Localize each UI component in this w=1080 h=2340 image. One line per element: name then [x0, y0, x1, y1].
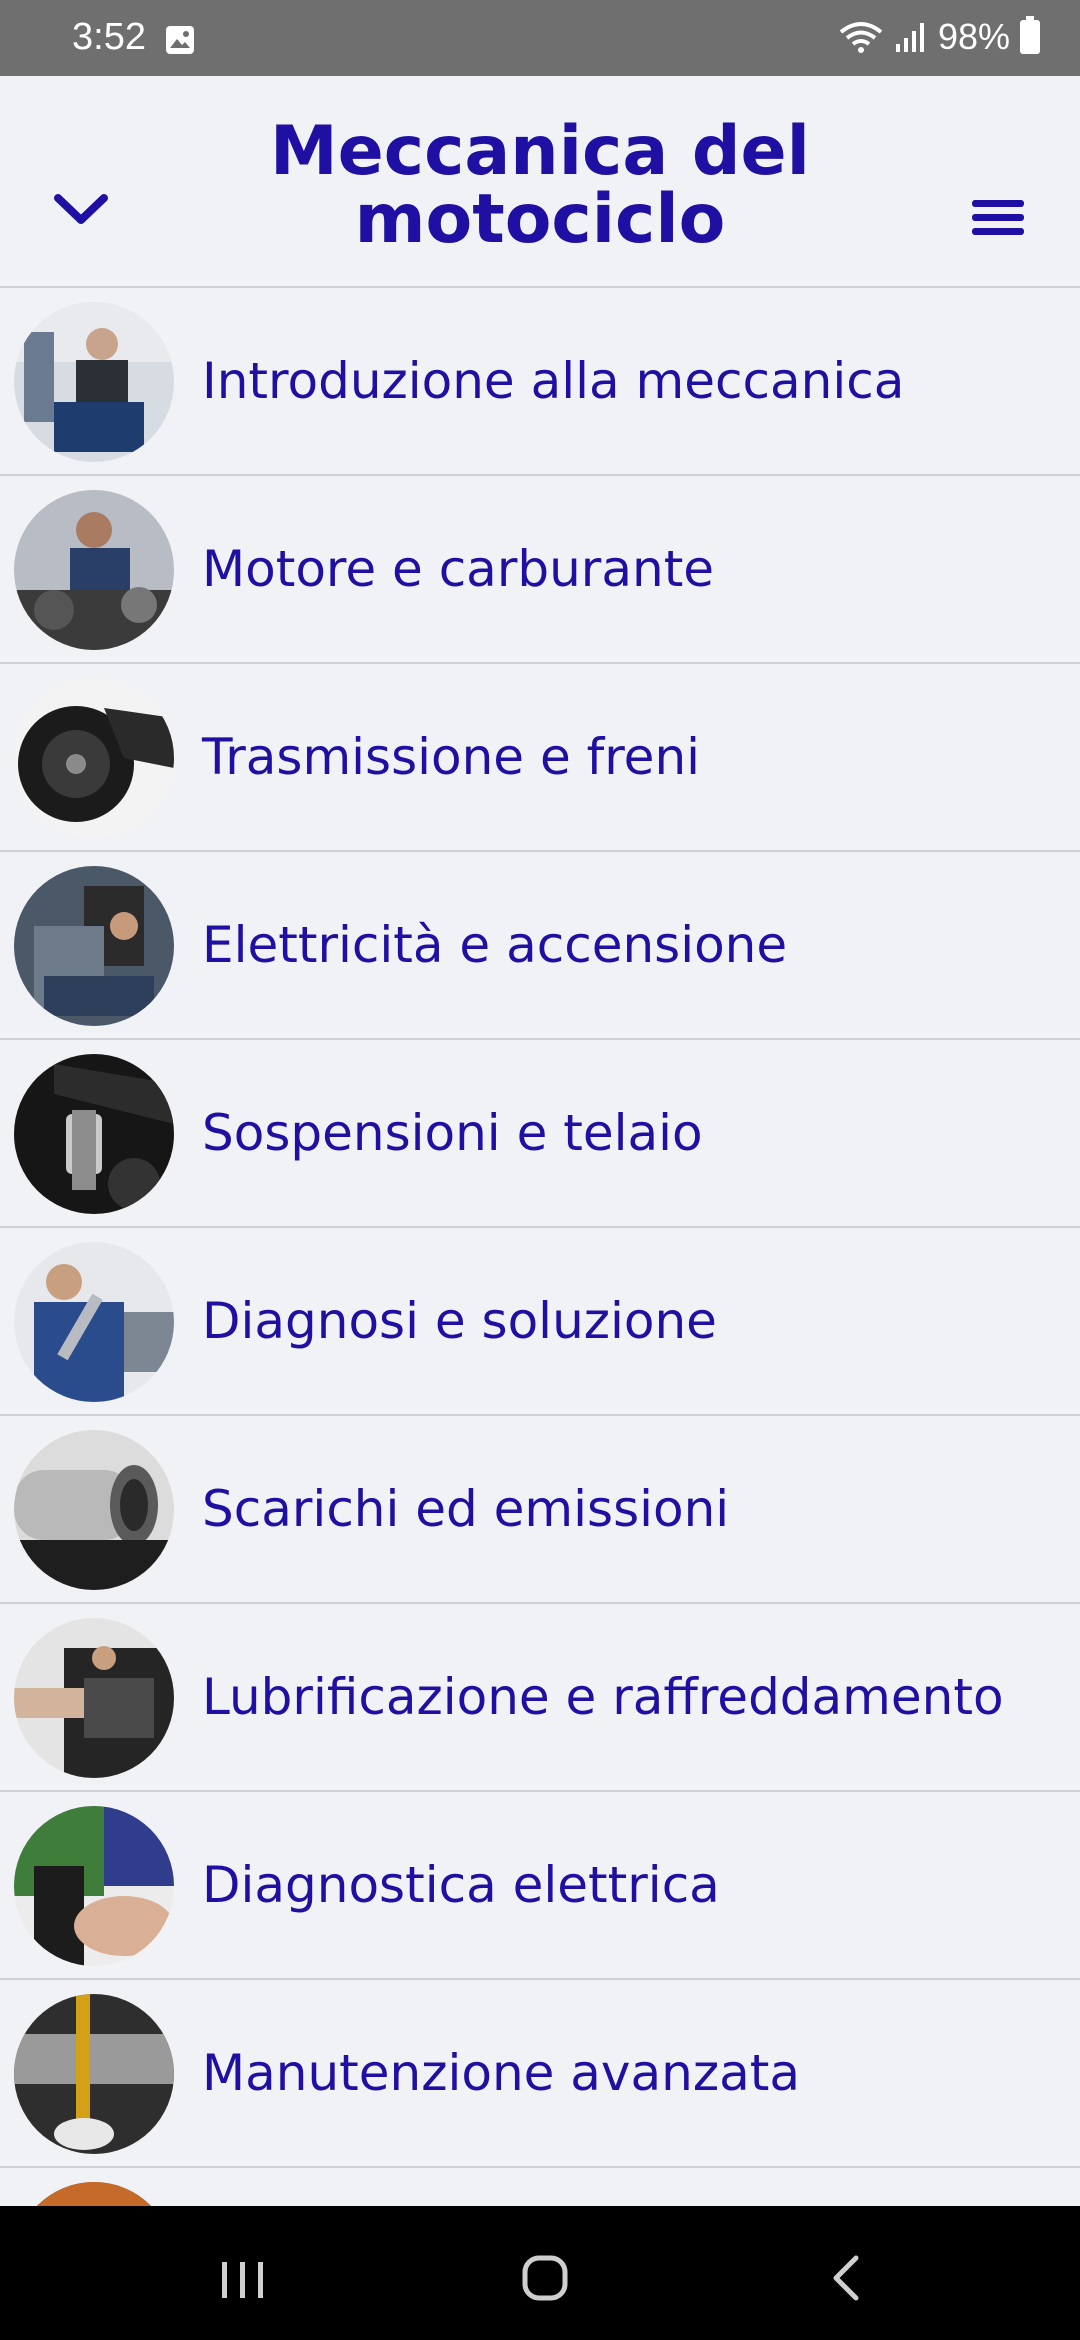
topic-thumbnail	[14, 490, 174, 650]
back-icon[interactable]	[812, 2242, 884, 2314]
topic-label: Diagnostica elettrica	[202, 1856, 720, 1914]
topic-thumbnail	[14, 1806, 174, 1966]
list-item[interactable]	[0, 2168, 1080, 2206]
topic-list: Introduzione alla meccanica Motore e car…	[0, 288, 1080, 2206]
topic-label: Manutenzione avanzata	[202, 2044, 800, 2102]
topic-thumbnail	[14, 1994, 174, 2154]
topic-thumbnail	[14, 1618, 174, 1778]
page-title: Meccanica del motociclo	[270, 112, 810, 259]
menu-icon[interactable]	[968, 194, 1028, 242]
recent-apps-icon[interactable]	[206, 2242, 278, 2314]
image-notification-icon	[166, 26, 194, 54]
list-item[interactable]: Scarichi ed emissioni	[0, 1416, 1080, 1604]
list-item[interactable]: Diagnostica elettrica	[0, 1792, 1080, 1980]
topic-thumbnail	[14, 2182, 174, 2206]
topic-label: Motore e carburante	[202, 540, 715, 598]
list-item[interactable]: Introduzione alla meccanica	[0, 288, 1080, 476]
battery-icon	[1020, 16, 1040, 54]
list-item[interactable]: Trasmissione e freni	[0, 664, 1080, 852]
list-item[interactable]: Sospensioni e telaio	[0, 1040, 1080, 1228]
topic-thumbnail	[14, 866, 174, 1026]
list-item[interactable]: Motore e carburante	[0, 476, 1080, 664]
status-bar: 3:52 98%	[0, 0, 1080, 76]
app-bar: Meccanica del motociclo	[0, 76, 1080, 288]
topic-thumbnail	[14, 302, 174, 462]
status-time: 3:52	[72, 16, 146, 58]
list-item[interactable]: Elettricità e accensione	[0, 852, 1080, 1040]
chevron-down-icon[interactable]	[48, 176, 114, 242]
topic-thumbnail	[14, 1242, 174, 1402]
topic-label: Elettricità e accensione	[202, 916, 788, 974]
battery-percent: 98%	[937, 16, 1010, 57]
list-item[interactable]: Manutenzione avanzata	[0, 1980, 1080, 2168]
topic-label: Lubrificazione e raffreddamento	[202, 1668, 1004, 1726]
list-item[interactable]: Lubrificazione e raffreddamento	[0, 1604, 1080, 1792]
list-item[interactable]: Diagnosi e soluzione	[0, 1228, 1080, 1416]
home-icon[interactable]	[509, 2242, 581, 2314]
topic-label: Introduzione alla meccanica	[202, 352, 905, 410]
signal-icon	[895, 23, 924, 52]
topic-thumbnail	[14, 678, 174, 838]
topic-label: Scarichi ed emissioni	[202, 1480, 730, 1538]
topic-label: Sospensioni e telaio	[202, 1104, 703, 1162]
topic-label: Diagnosi e soluzione	[202, 1292, 717, 1350]
topic-thumbnail	[14, 1054, 174, 1214]
topic-thumbnail	[14, 1430, 174, 1590]
system-nav-bar	[0, 2206, 1080, 2340]
wifi-icon	[839, 22, 883, 53]
topic-label: Trasmissione e freni	[202, 728, 701, 786]
